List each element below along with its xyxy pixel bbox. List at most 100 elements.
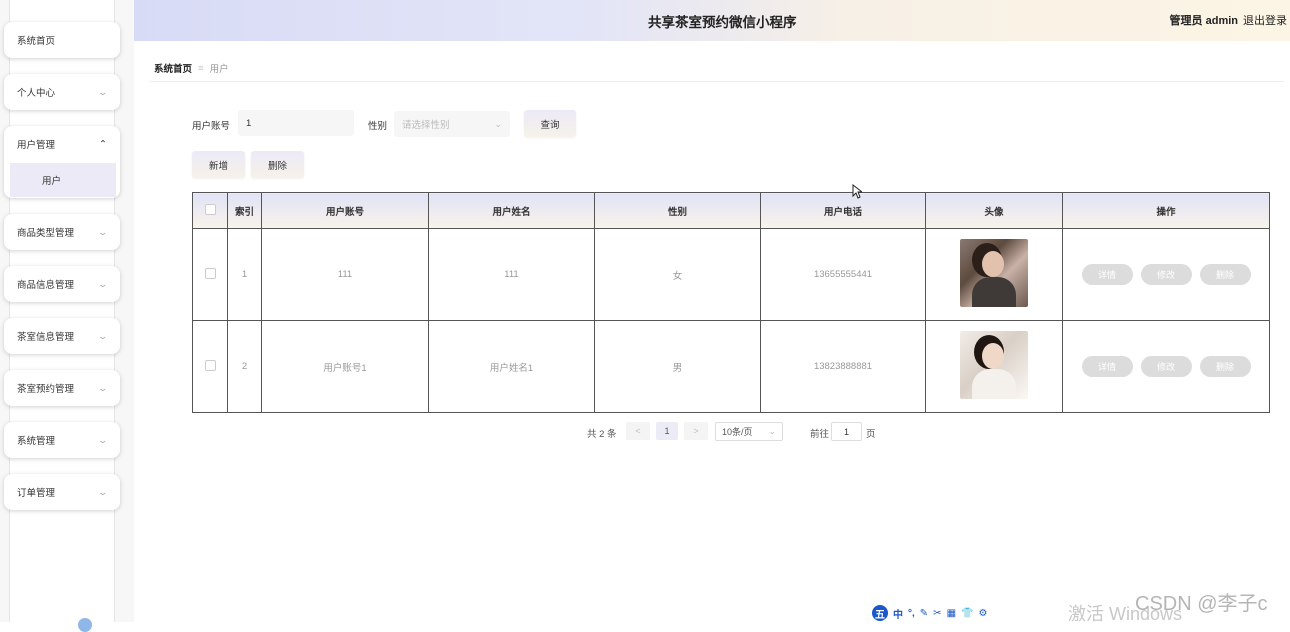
table-row: 2 用户账号1 用户姓名1 男 13823888881 详情 修改 删除: [192, 320, 1270, 413]
breadcrumb-separator-icon: ≡: [198, 62, 204, 74]
goto-label: 前往: [810, 429, 830, 440]
row-gender: 女: [594, 228, 761, 321]
scroll-indicator: [78, 618, 92, 632]
avatar: [960, 239, 1028, 307]
add-button[interactable]: 新增: [192, 151, 245, 178]
row-select-cell: [192, 320, 228, 413]
table-row: 1 111 111 女 13655555441 详情 修改 删除: [192, 228, 1270, 321]
edit-button[interactable]: 修改: [1140, 264, 1192, 285]
detail-button[interactable]: 详情: [1081, 264, 1133, 285]
sidebar: 系统首页 个人中心 ⌄ 用户管理 ⌃ 用户 商品类型管理 ⌄ 商品信息管理 ⌄ …: [0, 0, 134, 632]
logout-link[interactable]: 退出登录: [1243, 12, 1287, 28]
sidebar-item-label: 订单管理: [17, 488, 56, 499]
user-table: 索引 用户账号 用户姓名 性别 用户电话 头像 操作 1 111 111 女 1…: [192, 192, 1270, 413]
select-all-cell: [192, 192, 228, 229]
goto-page-input[interactable]: [831, 422, 862, 441]
sidebar-item-personal-center[interactable]: 个人中心 ⌄: [4, 74, 120, 110]
ime-handwriting-icon[interactable]: ✎: [920, 608, 928, 619]
avatar-body-shape: [972, 277, 1016, 307]
pagination-total: 共 2 条: [587, 429, 617, 440]
ime-chinese-mode-icon[interactable]: 中: [893, 606, 903, 621]
row-checkbox[interactable]: [204, 359, 216, 371]
prev-page-button[interactable]: <: [626, 422, 650, 440]
sidebar-item-label: 商品信息管理: [17, 280, 75, 291]
row-phone: 13823888881: [760, 320, 926, 413]
edit-button[interactable]: 修改: [1140, 356, 1192, 377]
detail-button[interactable]: 详情: [1081, 356, 1133, 377]
chevron-up-icon: ⌃: [99, 138, 107, 150]
page-number-current[interactable]: 1: [656, 422, 678, 440]
divider: [150, 81, 1284, 82]
chevron-down-icon: ⌄: [97, 434, 109, 445]
breadcrumb-home[interactable]: 系统首页: [154, 61, 192, 75]
sidebar-item-label: 系统管理: [17, 436, 56, 447]
row-checkbox[interactable]: [204, 267, 216, 279]
row-actions: 详情 修改 删除: [1064, 264, 1268, 285]
sidebar-item-home[interactable]: 系统首页: [4, 22, 120, 58]
ime-logo-icon[interactable]: 五: [872, 605, 888, 621]
ime-skin-icon[interactable]: 👕: [961, 608, 973, 619]
page-size-value: 10条/页: [722, 427, 753, 437]
gender-label: 性别: [368, 121, 388, 132]
chevron-down-icon: ⌄: [97, 86, 109, 97]
sidebar-item-tearoom-booking[interactable]: 茶室预约管理 ⌄: [4, 370, 120, 406]
admin-label: 管理员 admin: [1169, 15, 1238, 27]
sidebar-item-label: 用户管理: [17, 140, 56, 151]
next-page-button[interactable]: >: [684, 422, 708, 440]
ime-settings-icon[interactable]: ⚙: [978, 608, 987, 619]
gender-select[interactable]: 请选择性别 ⌄: [394, 111, 510, 137]
breadcrumb-current: 用户: [209, 64, 229, 75]
row-name: 用户姓名1: [428, 320, 595, 413]
column-header-name: 用户姓名: [428, 192, 595, 229]
query-button[interactable]: 查询: [524, 110, 576, 137]
column-header-index: 索引: [227, 192, 262, 229]
row-avatar-cell: [925, 228, 1063, 321]
page-unit-label: 页: [866, 429, 876, 440]
delete-button[interactable]: 删除: [1199, 264, 1251, 285]
chevron-down-icon: ⌄: [97, 382, 109, 393]
sidebar-item-product-info[interactable]: 商品信息管理 ⌄: [4, 266, 120, 302]
mouse-cursor-icon: [852, 184, 862, 199]
chevron-down-icon: ⌄: [97, 330, 109, 341]
ime-keyboard-icon[interactable]: ▦: [947, 608, 956, 619]
gender-select-placeholder: 请选择性别: [402, 120, 450, 131]
ime-punctuation-icon[interactable]: °,: [908, 608, 915, 619]
batch-delete-button[interactable]: 删除: [251, 151, 304, 178]
breadcrumb: 系统首页 ≡ 用户: [154, 61, 229, 76]
sidebar-item-orders[interactable]: 订单管理 ⌄: [4, 474, 120, 510]
sidebar-item-user-management[interactable]: 用户管理 ⌃: [4, 126, 120, 162]
row-gender: 男: [594, 320, 761, 413]
row-select-cell: [192, 228, 228, 321]
chevron-down-icon: ⌄: [768, 426, 776, 436]
top-header: 共享茶室预约微信小程序 管理员 admin 退出登录: [134, 0, 1290, 41]
column-header-account: 用户账号: [261, 192, 429, 229]
sidebar-subitem-label: 用户: [42, 176, 62, 187]
row-actions: 详情 修改 删除: [1064, 356, 1268, 377]
sidebar-item-product-type[interactable]: 商品类型管理 ⌄: [4, 214, 120, 250]
sidebar-item-label: 茶室信息管理: [17, 332, 75, 343]
row-actions-cell: 详情 修改 删除: [1062, 320, 1270, 413]
chevron-down-icon: ⌄: [97, 486, 109, 497]
row-avatar-cell: [925, 320, 1063, 413]
chevron-down-icon: ⌄: [97, 278, 109, 289]
ime-scissors-icon[interactable]: ✂: [933, 608, 941, 619]
delete-button[interactable]: 删除: [1199, 356, 1251, 377]
sidebar-item-label: 商品类型管理: [17, 228, 75, 239]
column-header-phone: 用户电话: [760, 192, 926, 229]
row-name: 111: [428, 228, 595, 321]
column-header-actions: 操作: [1062, 192, 1270, 229]
column-header-gender: 性别: [594, 192, 761, 229]
account-search-input[interactable]: [238, 110, 354, 136]
column-header-avatar: 头像: [925, 192, 1063, 229]
sidebar-group-user-management: 用户管理 ⌃ 用户: [4, 126, 120, 198]
ime-toolbar: 五 中 °, ✎ ✂ ▦ 👕 ⚙: [872, 605, 987, 621]
csdn-watermark: CSDN @李子c: [1135, 593, 1268, 615]
avatar-head-shape: [982, 343, 1004, 369]
page-size-select[interactable]: 10条/页 ⌄: [715, 422, 783, 441]
chevron-down-icon: ⌄: [494, 118, 502, 129]
sidebar-item-system[interactable]: 系统管理 ⌄: [4, 422, 120, 458]
sidebar-item-tearoom-info[interactable]: 茶室信息管理 ⌄: [4, 318, 120, 354]
row-account: 用户账号1: [261, 320, 429, 413]
select-all-checkbox[interactable]: [204, 203, 216, 215]
sidebar-subitem-user[interactable]: 用户: [10, 163, 116, 197]
